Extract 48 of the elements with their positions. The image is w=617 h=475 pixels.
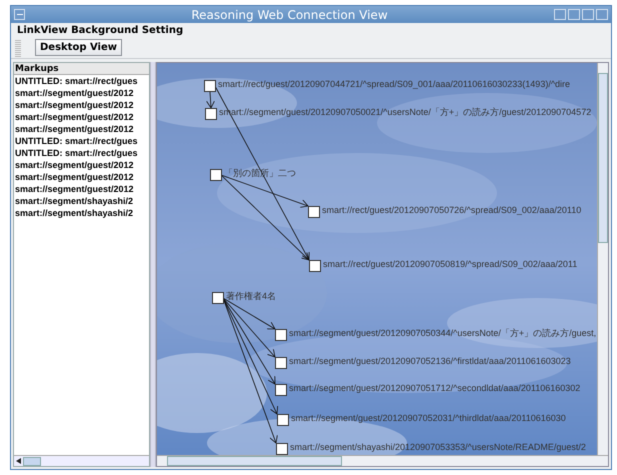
minimize-button[interactable] [568, 9, 580, 20]
horizontal-scrollbar[interactable] [14, 455, 149, 466]
node-box[interactable] [275, 357, 287, 369]
close-button[interactable] [596, 9, 608, 20]
node-label: smart://segment/guest/20120907052031/^thirdldat/aaa/20110616030 [291, 413, 566, 423]
markup-item[interactable]: smart://segment/guest/2012 [14, 171, 149, 183]
window-menu-button[interactable] [14, 9, 25, 20]
desktop-view-button[interactable]: Desktop View [35, 39, 122, 56]
markup-item[interactable]: smart://segment/guest/2012 [14, 87, 149, 99]
node-label: smart://rect/guest/20120907050819/^spread/S09_002/aaa/2011 [323, 259, 578, 269]
node-label: smart://rect/guest/20120907050726/^spread/S09_002/aaa/20110 [322, 205, 582, 215]
node-box[interactable] [309, 260, 321, 272]
markup-item[interactable]: smart://segment/guest/2012 [14, 183, 149, 195]
markup-item[interactable]: smart://segment/guest/2012 [14, 111, 149, 123]
node-box[interactable] [204, 80, 216, 92]
markup-item[interactable]: smart://segment/shayashi/2 [14, 207, 149, 219]
node-label: smart://rect/guest/20120907044721/^spread/S09_001/aaa/20110616030233(1493)/^dire [218, 79, 570, 89]
window-title: Reasoning Web Connection View [190, 8, 389, 20]
node-label: 著作権者4名 [226, 291, 276, 301]
scrollbar-thumb[interactable] [23, 456, 41, 466]
maximize-button[interactable] [582, 9, 594, 20]
node-label: smart://segment/shayashi/20120907053353/^usersNote/README/guest/2 [290, 442, 586, 452]
menu-item[interactable]: LinkView Background Setting [17, 22, 184, 38]
node-box[interactable] [276, 443, 288, 455]
shade-button[interactable] [554, 9, 566, 20]
node-label: smart://segment/guest/20120907052136/^firstldat/aaa/2011061603023 [289, 356, 571, 366]
node-box[interactable] [277, 414, 289, 426]
horizontal-scrollbar[interactable] [157, 455, 608, 466]
markup-item[interactable]: smart://segment/guest/2012 [14, 99, 149, 111]
markup-item[interactable]: smart://segment/guest/2012 [14, 123, 149, 135]
markup-item[interactable]: smart://segment/guest/2012 [14, 159, 149, 171]
scrollbar-thumb[interactable] [167, 456, 342, 466]
markup-item[interactable]: smart://segment/shayashi/2 [14, 195, 149, 207]
node-box[interactable] [275, 384, 287, 396]
scroll-left-icon[interactable] [16, 458, 21, 464]
node-box[interactable] [210, 169, 222, 181]
node-box[interactable] [275, 329, 287, 341]
node-box[interactable] [205, 108, 217, 120]
markup-item[interactable]: UNTITLED: smart://rect/gues [14, 147, 149, 159]
node-label: smart://segment/guest/20120907050344/^usersNote/「方+」の読み方/guest, [289, 328, 596, 338]
markup-item[interactable]: UNTITLED: smart://rect/gues [14, 75, 149, 87]
node-label: smart://segment/guest/20120907051712/^secondldat/aaa/201106160302 [289, 383, 580, 393]
vertical-scrollbar[interactable] [597, 63, 608, 455]
node-box[interactable] [212, 292, 224, 304]
node-box[interactable] [308, 206, 320, 218]
scrollbar-thumb[interactable] [598, 73, 608, 243]
column-header[interactable]: Markups [14, 63, 149, 75]
markup-item[interactable]: UNTITLED: smart://rect/gues [14, 135, 149, 147]
